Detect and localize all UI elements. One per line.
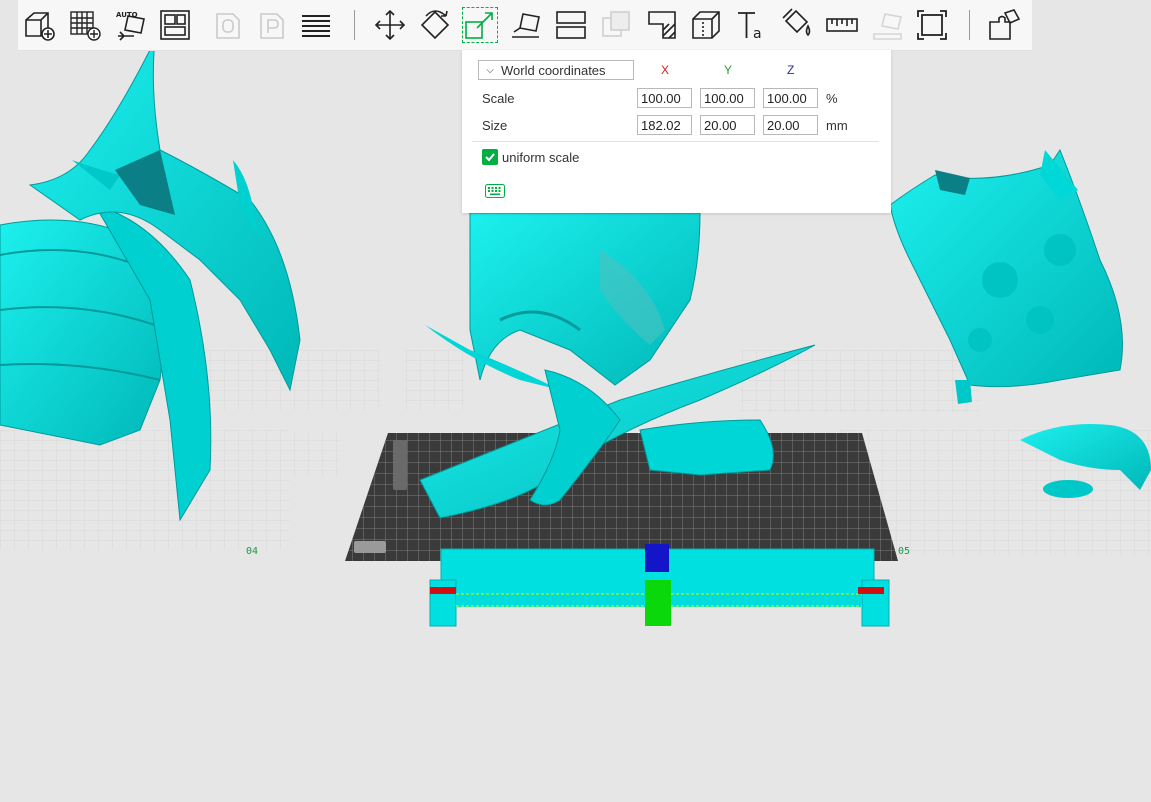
gizmo-handle-z bbox=[645, 544, 669, 572]
measure-icon[interactable] bbox=[824, 7, 860, 43]
size-unit: mm bbox=[826, 118, 848, 133]
variable-layer-height-icon[interactable] bbox=[298, 7, 334, 43]
lay-on-face-icon[interactable] bbox=[508, 7, 544, 43]
scale-x-input[interactable]: 100.00 bbox=[637, 88, 692, 108]
plate-label-right: 05 bbox=[898, 546, 910, 557]
scale-y-input[interactable]: 100.00 bbox=[700, 88, 755, 108]
cut-icon[interactable] bbox=[553, 7, 589, 43]
gizmo-handle-x-right bbox=[858, 587, 884, 594]
auto-orient-icon[interactable]: AUTO bbox=[113, 7, 149, 43]
coordinate-system-dropdown[interactable]: ⌵ World coordinates bbox=[478, 60, 634, 80]
size-z-input[interactable]: 20.00 bbox=[763, 115, 818, 135]
top-toolbar: AUTO a bbox=[18, 0, 1032, 51]
keyboard-icon[interactable] bbox=[485, 184, 505, 201]
size-x-input[interactable]: 182.02 bbox=[637, 115, 692, 135]
scale-row-label: Scale bbox=[482, 91, 515, 106]
chevron-down-icon: ⌵ bbox=[486, 64, 494, 76]
uniform-scale-label: uniform scale bbox=[502, 150, 580, 165]
color-painting-icon[interactable] bbox=[779, 7, 815, 43]
build-plate[interactable] bbox=[345, 433, 898, 561]
assembly-icon[interactable] bbox=[870, 7, 906, 43]
assembly-view-icon[interactable] bbox=[986, 7, 1022, 43]
toolbar-separator bbox=[354, 10, 355, 40]
toolbar-separator bbox=[969, 10, 970, 40]
coordinate-system-value: World coordinates bbox=[501, 62, 606, 78]
gizmo-handle-y bbox=[645, 580, 671, 626]
split-to-objects-icon[interactable] bbox=[210, 7, 246, 43]
scale-z-input[interactable]: 100.00 bbox=[763, 88, 818, 108]
scale-panel: ⌵ World coordinates X Y Z Scale 100.00 1… bbox=[462, 50, 891, 213]
boolean-icon[interactable] bbox=[598, 7, 634, 43]
gizmo-handle-x-left bbox=[430, 587, 456, 594]
size-row-label: Size bbox=[482, 118, 508, 133]
scale-unit: % bbox=[826, 91, 838, 106]
arrange-icon[interactable] bbox=[157, 7, 193, 43]
split-to-parts-icon[interactable] bbox=[254, 7, 290, 43]
axis-header-x: X bbox=[661, 63, 670, 77]
fullscreen-icon[interactable] bbox=[914, 7, 950, 43]
plate-label-left: 04 bbox=[246, 546, 258, 557]
rotate-icon[interactable] bbox=[417, 7, 453, 43]
svg-text:a: a bbox=[753, 26, 762, 42]
text-icon[interactable]: a bbox=[734, 7, 770, 43]
size-y-input[interactable]: 20.00 bbox=[700, 115, 755, 135]
panel-divider bbox=[472, 141, 879, 142]
checkmark-icon bbox=[485, 153, 495, 162]
add-plate-icon[interactable] bbox=[67, 7, 103, 43]
axis-header-y: Y bbox=[724, 63, 733, 77]
move-icon[interactable] bbox=[372, 7, 408, 43]
support-painting-icon[interactable] bbox=[644, 7, 680, 43]
scale-icon[interactable] bbox=[462, 7, 498, 43]
axis-header-z: Z bbox=[787, 63, 795, 77]
uniform-scale-checkbox[interactable] bbox=[482, 149, 498, 165]
seam-painting-icon[interactable] bbox=[688, 7, 724, 43]
add-object-icon[interactable] bbox=[21, 7, 57, 43]
